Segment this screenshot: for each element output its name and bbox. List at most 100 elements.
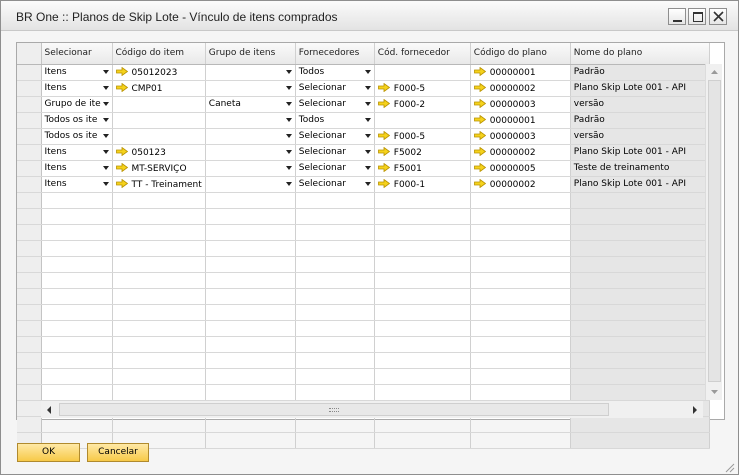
codigo-item-cell[interactable] (112, 240, 206, 257)
row-header[interactable] (17, 240, 42, 257)
codigo-plano-cell[interactable] (470, 224, 571, 241)
grupo-itens-cell[interactable] (205, 368, 296, 385)
codigo-item-cell[interactable] (112, 304, 206, 321)
scroll-up-arrow-icon[interactable] (707, 66, 722, 78)
grupo-itens-cell[interactable] (205, 304, 296, 321)
fornecedores-cell[interactable] (295, 240, 375, 257)
table-row[interactable]: Itens TT - Treinament Selecionar F000-1 0000… (17, 176, 710, 193)
selecionar-cell[interactable] (41, 320, 113, 337)
grupo-itens-cell[interactable] (205, 336, 296, 353)
selecionar-cell[interactable] (41, 272, 113, 289)
dropdown-arrow-icon[interactable] (102, 85, 109, 90)
codigo-item-cell[interactable] (112, 288, 206, 305)
dropdown-arrow-icon[interactable] (285, 117, 292, 122)
cod-fornecedor-cell[interactable] (374, 192, 471, 209)
dropdown-arrow-icon[interactable] (364, 85, 371, 90)
fornecedores-cell[interactable] (295, 384, 375, 401)
codigo-item-cell[interactable]: 050123 (112, 144, 206, 161)
fornecedores-cell[interactable] (295, 192, 375, 209)
dropdown-arrow-icon[interactable] (364, 133, 371, 138)
fornecedores-cell[interactable] (295, 336, 375, 353)
grupo-itens-cell[interactable] (205, 416, 296, 433)
selecionar-cell[interactable] (41, 336, 113, 353)
title-bar[interactable]: BR One :: Planos de Skip Lote - Vínculo … (1, 1, 738, 31)
cod-fornecedor-cell[interactable]: F000-1 (374, 176, 471, 193)
resize-grip-icon[interactable] (723, 461, 735, 473)
scroll-right-arrow-icon[interactable] (689, 404, 701, 416)
col-header-selecionar[interactable]: Selecionar (41, 43, 113, 65)
grupo-itens-cell[interactable] (205, 128, 296, 145)
fornecedores-cell[interactable]: Selecionar (295, 144, 375, 161)
empty-table-row[interactable] (17, 368, 710, 385)
fornecedores-cell[interactable]: Selecionar (295, 128, 375, 145)
codigo-item-cell[interactable] (112, 368, 206, 385)
selecionar-cell[interactable] (41, 192, 113, 209)
empty-table-row[interactable] (17, 288, 710, 305)
selecionar-cell[interactable] (41, 384, 113, 401)
empty-table-row[interactable] (17, 320, 710, 337)
fornecedores-cell[interactable] (295, 320, 375, 337)
grupo-itens-cell[interactable] (205, 432, 296, 449)
grupo-itens-cell[interactable] (205, 224, 296, 241)
table-row[interactable]: Todos os ite Selecionar F000-5 00000003 vers… (17, 128, 710, 145)
empty-table-row[interactable] (17, 384, 710, 401)
cod-fornecedor-cell[interactable]: F000-2 (374, 96, 471, 113)
dropdown-arrow-icon[interactable] (285, 165, 292, 170)
selecionar-cell[interactable] (41, 368, 113, 385)
cod-fornecedor-cell[interactable] (374, 432, 471, 449)
row-header[interactable] (17, 224, 42, 241)
selecionar-cell[interactable] (41, 208, 113, 225)
cod-fornecedor-cell[interactable] (374, 416, 471, 433)
table-row[interactable]: Itens MT-SERVIÇO Selecionar F5001 00000005 Te… (17, 160, 710, 177)
empty-table-row[interactable] (17, 272, 710, 289)
codigo-item-cell[interactable] (112, 208, 206, 225)
cod-fornecedor-cell[interactable] (374, 352, 471, 369)
codigo-plano-cell[interactable] (470, 432, 571, 449)
codigo-item-cell[interactable] (112, 96, 206, 113)
dropdown-arrow-icon[interactable] (364, 101, 371, 106)
grupo-itens-cell[interactable] (205, 80, 296, 97)
cod-fornecedor-cell[interactable] (374, 336, 471, 353)
row-header[interactable] (17, 304, 42, 321)
selecionar-cell[interactable]: Todos os ite (41, 128, 113, 145)
codigo-plano-cell[interactable] (470, 384, 571, 401)
fornecedores-cell[interactable]: Selecionar (295, 80, 375, 97)
link-arrow-icon[interactable] (115, 178, 128, 188)
cod-fornecedor-cell[interactable] (374, 256, 471, 273)
fornecedores-cell[interactable]: Selecionar (295, 176, 375, 193)
codigo-item-cell[interactable] (112, 192, 206, 209)
grupo-itens-cell[interactable] (205, 272, 296, 289)
fornecedores-cell[interactable] (295, 352, 375, 369)
col-header-cod-fornecedor[interactable]: Cód. fornecedor (374, 43, 471, 65)
grupo-itens-cell[interactable] (205, 384, 296, 401)
empty-table-row[interactable] (17, 224, 710, 241)
selecionar-cell[interactable] (41, 224, 113, 241)
row-header[interactable] (17, 272, 42, 289)
codigo-item-cell[interactable] (112, 272, 206, 289)
scroll-left-arrow-icon[interactable] (43, 404, 55, 416)
dropdown-arrow-icon[interactable] (364, 165, 371, 170)
grupo-itens-cell[interactable] (205, 240, 296, 257)
selecionar-cell[interactable] (41, 288, 113, 305)
fornecedores-cell[interactable] (295, 256, 375, 273)
row-header[interactable] (17, 144, 42, 161)
link-arrow-icon[interactable] (473, 114, 486, 124)
dropdown-arrow-icon[interactable] (102, 69, 109, 74)
row-header[interactable] (17, 160, 42, 177)
fornecedores-cell[interactable]: Selecionar (295, 96, 375, 113)
table-row[interactable]: Itens 05012023 Todos 00000001 Padrão (17, 64, 710, 81)
cod-fornecedor-cell[interactable] (374, 288, 471, 305)
codigo-item-cell[interactable] (112, 128, 206, 145)
empty-table-row[interactable] (17, 240, 710, 257)
dropdown-arrow-icon[interactable] (285, 69, 292, 74)
codigo-item-cell[interactable]: CMP01 (112, 80, 206, 97)
grupo-itens-cell[interactable] (205, 208, 296, 225)
fornecedores-cell[interactable] (295, 272, 375, 289)
row-header[interactable] (17, 416, 42, 433)
selecionar-cell[interactable]: Itens (41, 64, 113, 81)
selecionar-cell[interactable]: Todos os ite (41, 112, 113, 129)
codigo-item-cell[interactable]: 05012023 (112, 64, 206, 81)
maximize-button[interactable] (688, 8, 706, 25)
dropdown-arrow-icon[interactable] (364, 69, 371, 74)
vertical-scroll-thumb[interactable] (708, 80, 721, 382)
